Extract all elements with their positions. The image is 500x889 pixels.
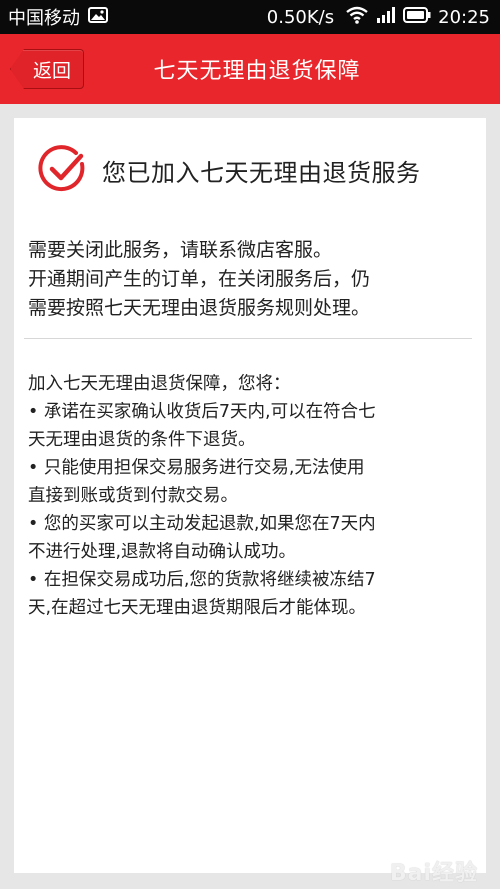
header-bar: 返回 七天无理由退货保障 xyxy=(0,34,500,104)
terms-line: 天无理由退货的条件下退货。 xyxy=(28,430,256,450)
terms-line: 直接到账或货到付款交易。 xyxy=(28,486,238,506)
signal-icon xyxy=(376,6,396,29)
terms-line: 不进行处理,退款将自动确认成功。 xyxy=(28,542,297,562)
terms-line: • 在担保交易成功后,您的货款将继续被冻结7 xyxy=(28,570,376,590)
content-card: 您已加入七天无理由退货服务 需要关闭此服务，请联系微店客服。 开通期间产生的订单… xyxy=(14,118,486,873)
carrier-name: 中国移动 xyxy=(8,8,80,29)
status-left: 中国移动 xyxy=(8,4,108,30)
notice-line: 需要关闭此服务，请联系微店客服。 xyxy=(28,239,333,261)
joined-text: 您已加入七天无理由退货服务 xyxy=(102,158,421,187)
status-bar: 中国移动 0.50K/s 20:25 xyxy=(0,0,500,34)
terms-line: • 承诺在买家确认收货后7天内,可以在符合七 xyxy=(28,402,376,422)
terms-line: 加入七天无理由退货保障，您将： xyxy=(28,374,291,394)
wifi-icon xyxy=(345,6,369,29)
terms-line: 天,在超过七天无理由退货期限后才能体现。 xyxy=(28,598,367,618)
battery-icon xyxy=(403,6,431,29)
joined-status-row: 您已加入七天无理由退货服务 xyxy=(36,142,476,198)
network-speed: 0.50K/s xyxy=(266,6,335,28)
clock: 20:25 xyxy=(438,6,490,28)
back-button-label: 返回 xyxy=(32,59,71,82)
page-title: 七天无理由退货保障 xyxy=(153,59,361,84)
notice-line: 需要按照七天无理由退货服务规则处理。 xyxy=(28,297,371,319)
status-right: 0.50K/s 20:25 xyxy=(267,6,490,29)
back-button[interactable]: 返回 xyxy=(10,49,84,89)
service-terms: 加入七天无理由退货保障，您将： • 承诺在买家确认收货后7天内,可以在符合七 天… xyxy=(28,370,474,622)
image-icon xyxy=(88,6,108,28)
check-circle-icon xyxy=(38,145,85,192)
divider xyxy=(24,338,472,339)
terms-line: • 您的买家可以主动发起退款,如果您在7天内 xyxy=(28,514,376,534)
watermark: Bai经验 xyxy=(389,861,478,886)
notice-line: 开通期间产生的订单，在关闭服务后，仍 xyxy=(28,268,371,290)
close-service-notice: 需要关闭此服务，请联系微店客服。 开通期间产生的订单，在关闭服务后，仍 需要按照… xyxy=(28,236,474,323)
terms-line: • 只能使用担保交易服务进行交易,无法使用 xyxy=(28,458,365,478)
